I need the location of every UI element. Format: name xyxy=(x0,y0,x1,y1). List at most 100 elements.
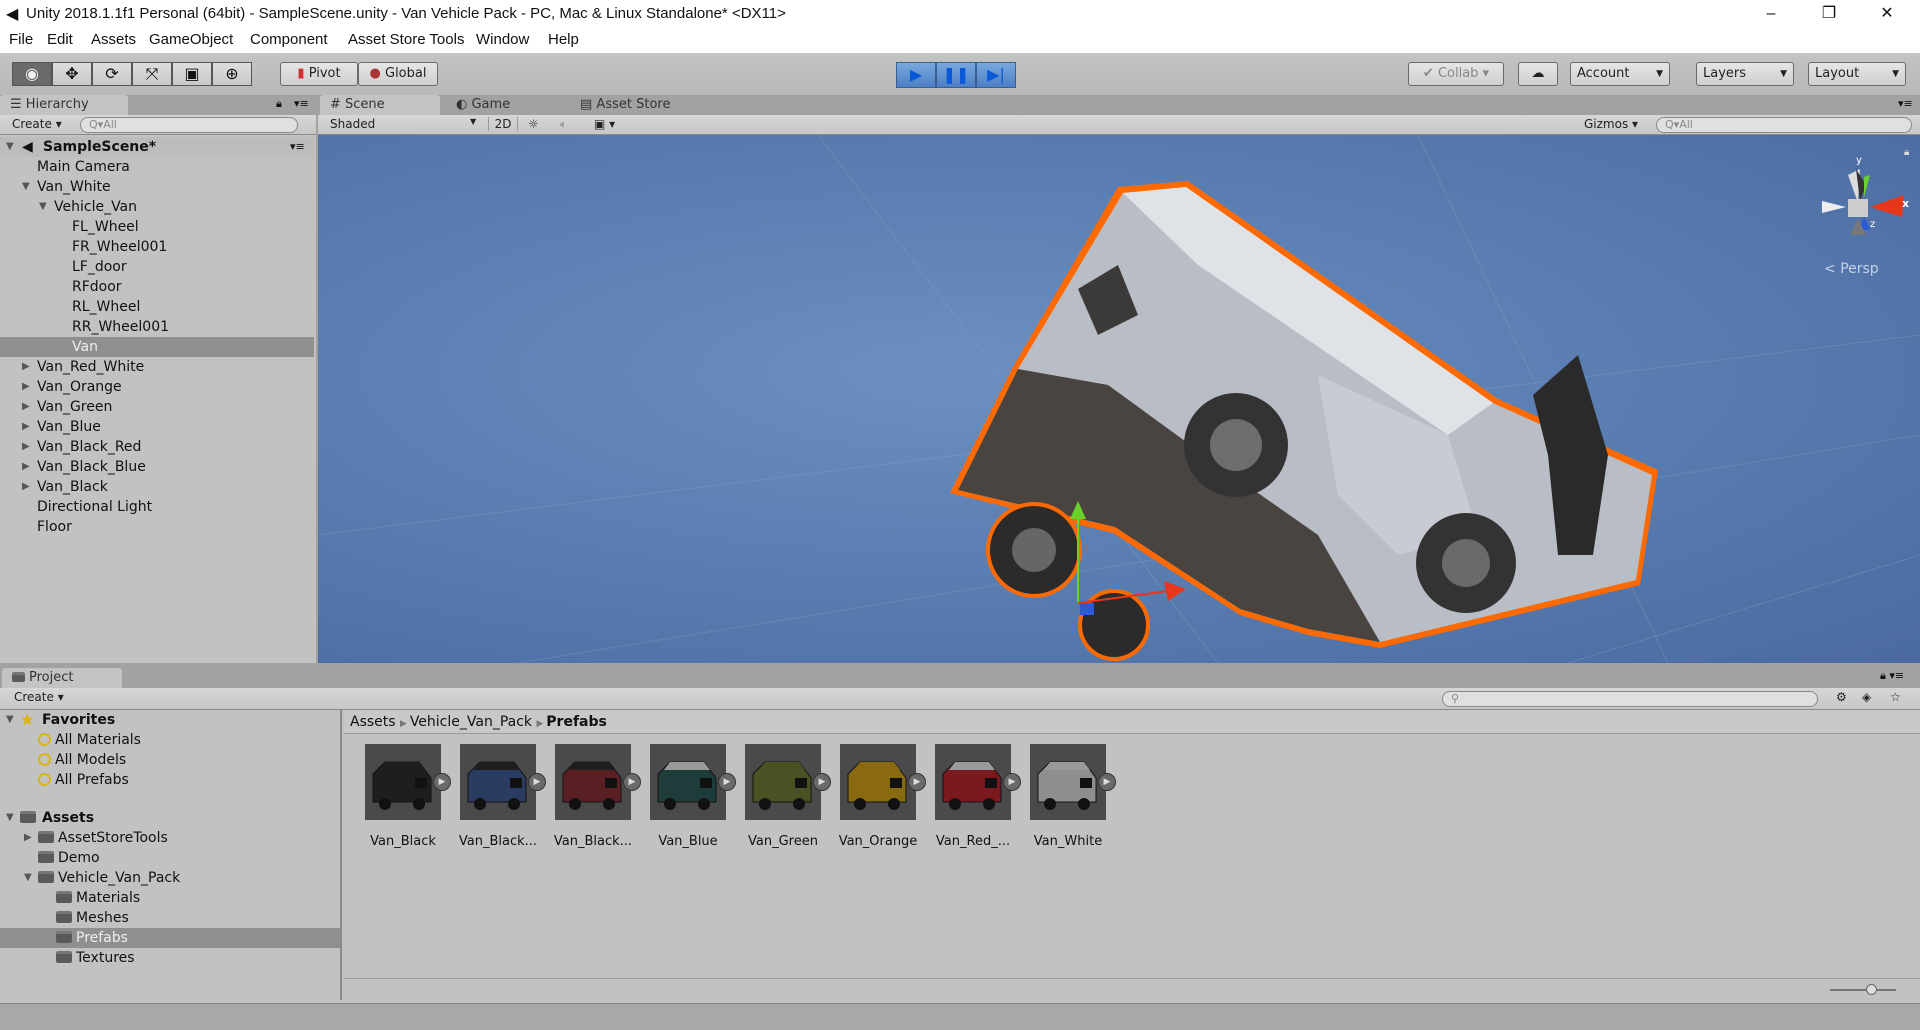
favorite-item[interactable]: All Models xyxy=(38,750,126,770)
favorite-item[interactable]: All Prefabs xyxy=(38,770,129,790)
account-dropdown[interactable]: Account ▼ xyxy=(1570,62,1670,86)
hierarchy-item[interactable]: Floor xyxy=(0,517,314,537)
hierarchy-item[interactable]: ▶ Van_Black_Red xyxy=(0,437,314,457)
hierarchy-item[interactable]: RL_Wheel xyxy=(0,297,314,317)
maximize-button[interactable]: ❐ xyxy=(1806,0,1852,28)
expand-open-icon[interactable]: ▼ xyxy=(24,868,32,888)
step-button[interactable]: ▶| xyxy=(976,62,1016,88)
filter-by-type-icon[interactable]: ⚙ xyxy=(1836,690,1847,704)
expand-open-icon[interactable]: ▼ xyxy=(22,177,30,197)
tab-game[interactable]: ◐ Game xyxy=(446,95,546,115)
menu-edit[interactable]: Edit xyxy=(47,31,73,48)
menu-component[interactable]: Component xyxy=(250,31,328,48)
expand-open-icon[interactable]: ▼ xyxy=(6,137,14,157)
expand-closed-icon[interactable]: ▶ xyxy=(22,417,30,437)
hierarchy-item[interactable]: RR_Wheel001 xyxy=(0,317,314,337)
favorite-item[interactable]: All Materials xyxy=(38,730,141,750)
hierarchy-search-input[interactable]: Q▾All xyxy=(80,117,298,133)
play-button[interactable]: ▶ xyxy=(896,62,936,88)
scale-tool-icon[interactable]: ⤧ xyxy=(132,62,172,86)
hierarchy-item[interactable]: ▼ Vehicle_Van xyxy=(0,197,314,217)
tab-hierarchy[interactable]: ☰ Hierarchy xyxy=(0,95,128,115)
cloud-icon[interactable]: ☁ xyxy=(1518,62,1558,86)
hierarchy-item[interactable]: ▶ Van_Black_Blue xyxy=(0,457,314,477)
prefab-thumbnail[interactable]: ▶ xyxy=(840,744,926,820)
breadcrumb-prefabs[interactable]: Prefabs xyxy=(546,714,607,730)
hierarchy-item[interactable]: Main Camera xyxy=(0,157,314,177)
projection-toggle[interactable]: < Persp xyxy=(1824,261,1879,277)
audio-toggle-icon[interactable]: 🔈︎ xyxy=(560,117,567,132)
hierarchy-item[interactable]: Directional Light xyxy=(0,497,314,517)
hierarchy-item[interactable]: ▶ Van_Blue xyxy=(0,417,314,437)
hierarchy-create-dropdown[interactable]: Create ▾ xyxy=(12,117,62,131)
layout-dropdown[interactable]: Layout ▼ xyxy=(1808,62,1906,86)
expand-open-icon[interactable]: ▼ xyxy=(6,808,14,828)
hierarchy-item[interactable]: ▼ Van_White xyxy=(0,177,314,197)
pivot-button[interactable]: ▮ Pivot xyxy=(280,62,358,86)
expand-closed-icon[interactable]: ▶ xyxy=(24,828,32,848)
menu-asset-store-tools[interactable]: Asset Store Tools xyxy=(348,31,464,48)
rotate-tool-icon[interactable]: ⟳ xyxy=(92,62,132,86)
breadcrumb-vehicle-van-pack[interactable]: Vehicle_Van_Pack xyxy=(410,714,532,730)
filter-by-label-icon[interactable]: ◈ xyxy=(1862,690,1871,704)
lock-icon[interactable]: 🔒︎ ▾≡ xyxy=(1880,669,1904,683)
effects-toggle-icon[interactable]: ▣ ▾ xyxy=(594,117,615,131)
folder-item[interactable]: ▶ AssetStoreTools xyxy=(0,828,340,848)
project-create-dropdown[interactable]: Create ▾ xyxy=(14,690,64,704)
menu-assets[interactable]: Assets xyxy=(91,31,136,48)
gizmos-dropdown[interactable]: Gizmos ▾ xyxy=(1584,117,1638,131)
breadcrumb-assets[interactable]: Assets xyxy=(350,714,396,730)
transform-tool-icon[interactable]: ⊕ xyxy=(212,62,252,86)
prefab-thumbnail[interactable]: ▶ xyxy=(555,744,641,820)
hierarchy-item[interactable]: ▶ Van_Green xyxy=(0,397,314,417)
folder-item[interactable]: Materials xyxy=(0,888,340,908)
panel-menu-icon[interactable]: ▾≡ xyxy=(1898,97,1913,110)
orientation-gizmo[interactable]: y x z 🔒︎ xyxy=(1818,147,1909,255)
hierarchy-item[interactable]: FL_Wheel xyxy=(0,217,314,237)
expand-open-icon[interactable]: ▼ xyxy=(39,197,47,217)
tab-asset-store[interactable]: ▤ Asset Store xyxy=(570,95,710,115)
tab-scene[interactable]: # Scene xyxy=(320,95,440,115)
scene-menu-icon[interactable]: ▾≡ xyxy=(290,137,305,157)
menu-window[interactable]: Window xyxy=(476,31,529,48)
hierarchy-item[interactable]: ▶ Van_Orange xyxy=(0,377,314,397)
rect-tool-icon[interactable]: ▣ xyxy=(172,62,212,86)
favorites-row[interactable]: ▼ ★ Favorites xyxy=(0,710,340,730)
expand-prefab-icon[interactable]: ▶ xyxy=(623,773,641,791)
shading-mode-dropdown[interactable]: Shaded ▼ xyxy=(330,117,480,131)
expand-prefab-icon[interactable]: ▶ xyxy=(528,773,546,791)
menu-help[interactable]: Help xyxy=(548,31,579,48)
folder-item[interactable]: Prefabs xyxy=(0,928,340,948)
prefab-thumbnail[interactable]: ▶ xyxy=(365,744,451,820)
expand-prefab-icon[interactable]: ▶ xyxy=(718,773,736,791)
scene-viewport[interactable]: y x z 🔒︎ < Persp xyxy=(318,135,1920,663)
minimize-button[interactable]: – xyxy=(1748,0,1794,28)
scene-search-input[interactable]: Q▾All xyxy=(1656,117,1912,133)
scene-root-row[interactable]: ▼ ◀ SampleScene* ▾≡ xyxy=(0,137,314,157)
expand-closed-icon[interactable]: ▶ xyxy=(22,477,30,497)
prefab-thumbnail[interactable]: ▶ xyxy=(935,744,1021,820)
expand-prefab-icon[interactable]: ▶ xyxy=(1098,773,1116,791)
hierarchy-item[interactable]: ▶ Van_Black xyxy=(0,477,314,497)
assets-row[interactable]: ▼ Assets xyxy=(0,808,340,828)
expand-prefab-icon[interactable]: ▶ xyxy=(1003,773,1021,791)
prefab-thumbnail[interactable]: ▶ xyxy=(650,744,736,820)
prefab-thumbnail[interactable]: ▶ xyxy=(1030,744,1116,820)
prefab-thumbnail[interactable]: ▶ xyxy=(745,744,831,820)
expand-closed-icon[interactable]: ▶ xyxy=(22,377,30,397)
hierarchy-item[interactable]: FR_Wheel001 xyxy=(0,237,314,257)
icon-size-slider[interactable] xyxy=(1830,989,1896,991)
folder-item[interactable]: Textures xyxy=(0,948,340,968)
expand-closed-icon[interactable]: ▶ xyxy=(22,397,30,417)
expand-prefab-icon[interactable]: ▶ xyxy=(908,773,926,791)
expand-closed-icon[interactable]: ▶ xyxy=(22,457,30,477)
folder-item[interactable]: Demo xyxy=(0,848,340,868)
lighting-toggle-icon[interactable]: ☼ xyxy=(528,117,539,131)
menu-gameobject[interactable]: GameObject xyxy=(149,31,233,48)
expand-closed-icon[interactable]: ▶ xyxy=(22,357,30,377)
lock-icon[interactable]: 🔒︎ xyxy=(276,97,282,111)
global-button[interactable]: ● Global xyxy=(358,62,438,86)
project-search-input[interactable]: ⚲ xyxy=(1442,691,1818,707)
close-button[interactable]: ✕ xyxy=(1864,0,1910,28)
hierarchy-item[interactable]: RFdoor xyxy=(0,277,314,297)
